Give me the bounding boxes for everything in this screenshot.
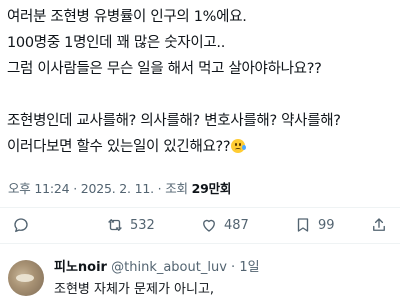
bookmark-icon — [297, 218, 309, 232]
crying-face-icon — [231, 139, 247, 153]
post-line-1: 여러분 조현병 유병률이 인구의 1%에요. — [7, 9, 247, 25]
post-line-4: 조현병인데 교사를해? 의사를해? 변호사를해? 약사를해? — [7, 113, 341, 129]
reply-button[interactable] — [12, 216, 36, 234]
share-button[interactable] — [370, 216, 388, 234]
views-count[interactable]: 29만회 — [192, 181, 232, 196]
retweet-icon — [108, 219, 122, 231]
post-meta: 오후 11:24 · 2025. 2. 11. · 조회 29만회 — [8, 178, 231, 197]
post-text: 여러분 조현병 유병률이 인구의 1%에요. 100명중 1명인데 꽤 많은 숫… — [7, 4, 397, 160]
share-icon — [373, 218, 385, 231]
like-button[interactable]: 487 — [200, 216, 249, 234]
retweet-count: 532 — [130, 217, 155, 233]
post-line-5: 이러다보면 할수 있는일이 있긴해요?? — [7, 134, 397, 160]
reply-text: 조현병 자체가 문제가 아니고, — [54, 282, 215, 297]
like-count: 487 — [224, 217, 249, 233]
reply-author-handle[interactable]: @think_about_luv — [111, 260, 227, 275]
post-date[interactable]: 2025. 2. 11. — [81, 181, 154, 196]
reply-tweet[interactable]: 피노noir @think_about_luv · 1일 조현병 자체가 문제가… — [0, 252, 400, 300]
divider — [0, 243, 400, 244]
views-label: 조회 — [165, 181, 188, 196]
meta-separator: · — [73, 181, 77, 196]
post-line-2: 100명중 1명인데 꽤 많은 숫자이고.. — [7, 35, 226, 51]
heart-icon — [203, 219, 215, 232]
reply-age[interactable]: 1일 — [239, 260, 259, 275]
bookmark-count: 99 — [318, 217, 335, 233]
reply-author-name[interactable]: 피노noir — [54, 260, 107, 275]
avatar[interactable] — [8, 260, 44, 296]
retweet-button[interactable]: 532 — [106, 216, 155, 234]
reply-icon — [14, 218, 28, 233]
tweet-detail-page: 여러분 조현병 유병률이 인구의 1%에요. 100명중 1명인데 꽤 많은 숫… — [0, 0, 400, 300]
meta-separator: · — [157, 181, 162, 196]
post-time[interactable]: 오후 11:24 — [8, 181, 70, 196]
action-bar: 532 487 99 — [0, 208, 400, 242]
reply-header: 피노noir @think_about_luv · 1일 — [54, 256, 260, 275]
post-line-3: 그럼 이사람들은 무슨 일을 해서 먹고 살아야하나요?? — [7, 61, 322, 77]
bookmark-button[interactable]: 99 — [294, 216, 335, 234]
post-line-5-text: 이러다보면 할수 있는일이 있긴해요?? — [7, 139, 231, 155]
reply-separator: · — [231, 260, 236, 275]
